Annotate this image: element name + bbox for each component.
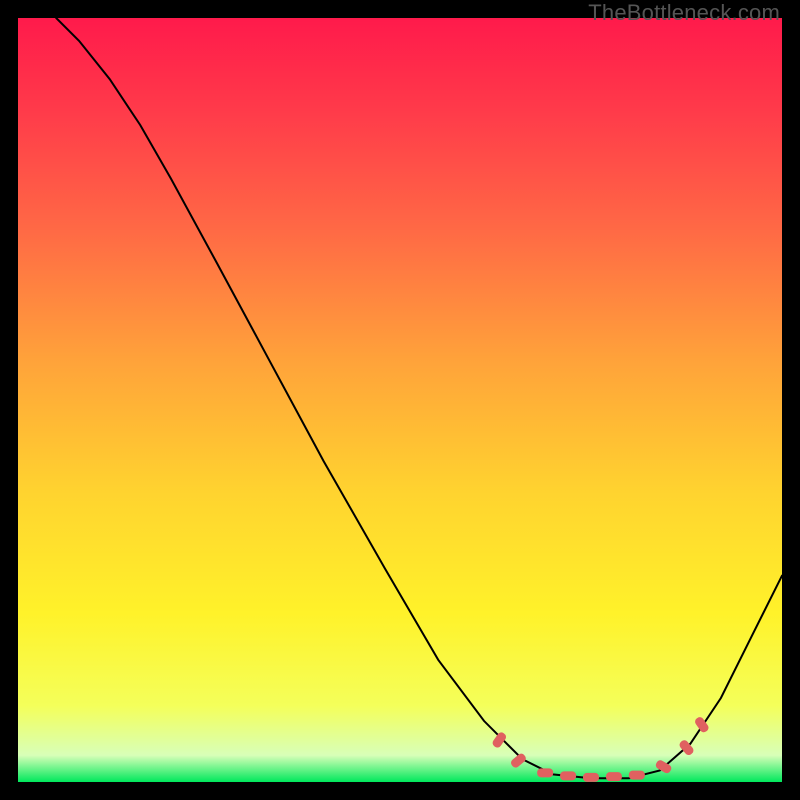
gradient-background — [18, 18, 782, 782]
valley-marker — [606, 772, 622, 781]
valley-marker — [629, 771, 645, 780]
valley-marker — [537, 768, 553, 777]
valley-marker — [560, 771, 576, 780]
bottleneck-chart — [18, 18, 782, 782]
watermark-text: TheBottleneck.com — [588, 0, 780, 26]
valley-marker — [583, 773, 599, 782]
chart-frame — [18, 18, 782, 782]
